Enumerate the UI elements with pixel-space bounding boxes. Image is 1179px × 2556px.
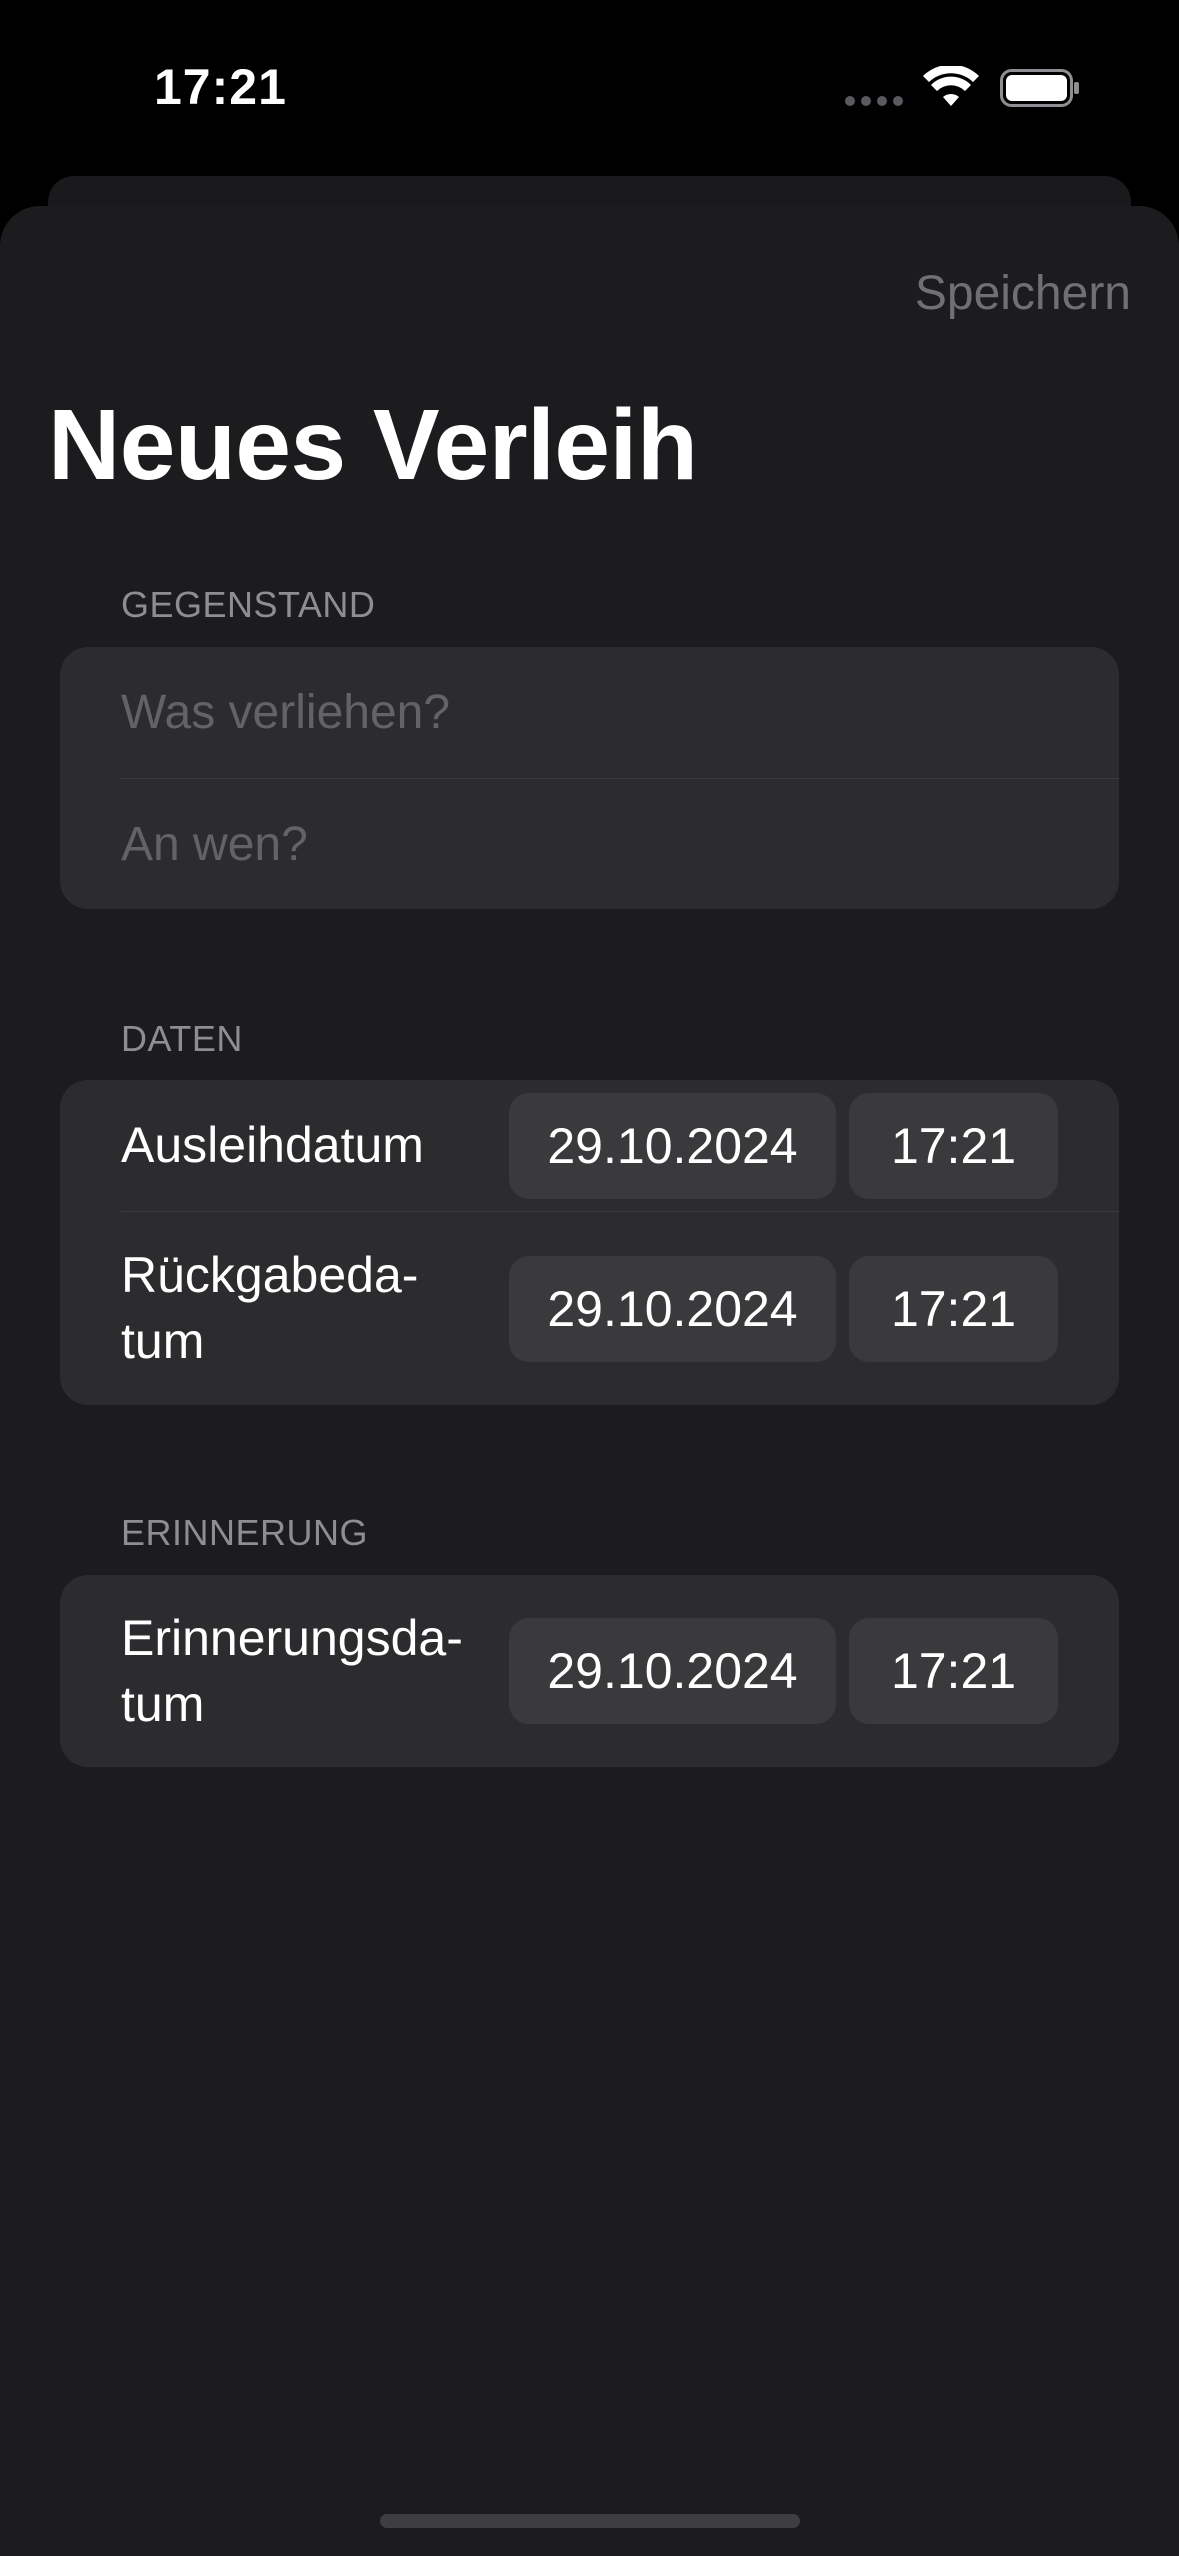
return-date-label-line2: tum bbox=[121, 1313, 205, 1369]
return-date-label-line1: Rückgabeda- bbox=[121, 1247, 419, 1303]
return-date-label: Rückgabeda- tum bbox=[121, 1242, 521, 1374]
status-time: 17:21 bbox=[154, 59, 287, 115]
reminder-group: Erinnerungsda- tum 29.10.2024 17:21 bbox=[60, 1575, 1119, 1767]
wifi-icon bbox=[923, 66, 979, 106]
section-header-dates: DATEN bbox=[121, 1018, 243, 1059]
what-row bbox=[60, 647, 1119, 778]
reminder-date-label-line2: tum bbox=[121, 1676, 205, 1732]
what-lent-input[interactable] bbox=[121, 677, 1081, 747]
lent-to-input[interactable] bbox=[121, 809, 1081, 879]
reminder-date-picker[interactable]: 29.10.2024 bbox=[509, 1618, 836, 1724]
return-date-picker[interactable]: 29.10.2024 bbox=[509, 1256, 836, 1362]
cellular-signal-icon bbox=[845, 96, 905, 106]
home-indicator[interactable] bbox=[380, 2514, 800, 2528]
reminder-date-row: Erinnerungsda- tum 29.10.2024 17:21 bbox=[60, 1575, 1119, 1767]
reminder-time-picker[interactable]: 17:21 bbox=[849, 1618, 1058, 1724]
loan-date-picker[interactable]: 29.10.2024 bbox=[509, 1093, 836, 1199]
section-header-reminder: ERINNERUNG bbox=[121, 1512, 369, 1553]
reminder-date-label-line1: Erinnerungsda- bbox=[121, 1610, 463, 1666]
return-time-picker[interactable]: 17:21 bbox=[849, 1256, 1058, 1362]
screen: 17:21 Speichern Neues Verleih GEGENSTAND bbox=[0, 0, 1179, 2556]
battery-icon bbox=[1000, 69, 1079, 107]
page-title: Neues Verleih bbox=[48, 389, 698, 501]
reminder-date-label: Erinnerungsda- tum bbox=[121, 1605, 521, 1737]
save-button[interactable]: Speichern bbox=[915, 266, 1131, 321]
modal-sheet: Speichern Neues Verleih GEGENSTAND DATEN… bbox=[0, 206, 1179, 2556]
dates-group: Ausleihdatum 29.10.2024 17:21 Rückgabeda… bbox=[60, 1080, 1119, 1405]
whom-row bbox=[60, 779, 1119, 909]
loan-date-row: Ausleihdatum 29.10.2024 17:21 bbox=[60, 1080, 1119, 1211]
loan-date-label: Ausleihdatum bbox=[121, 1117, 424, 1173]
section-header-item: GEGENSTAND bbox=[121, 584, 376, 625]
loan-time-picker[interactable]: 17:21 bbox=[849, 1093, 1058, 1199]
item-group bbox=[60, 647, 1119, 909]
return-date-row: Rückgabeda- tum 29.10.2024 17:21 bbox=[60, 1212, 1119, 1405]
